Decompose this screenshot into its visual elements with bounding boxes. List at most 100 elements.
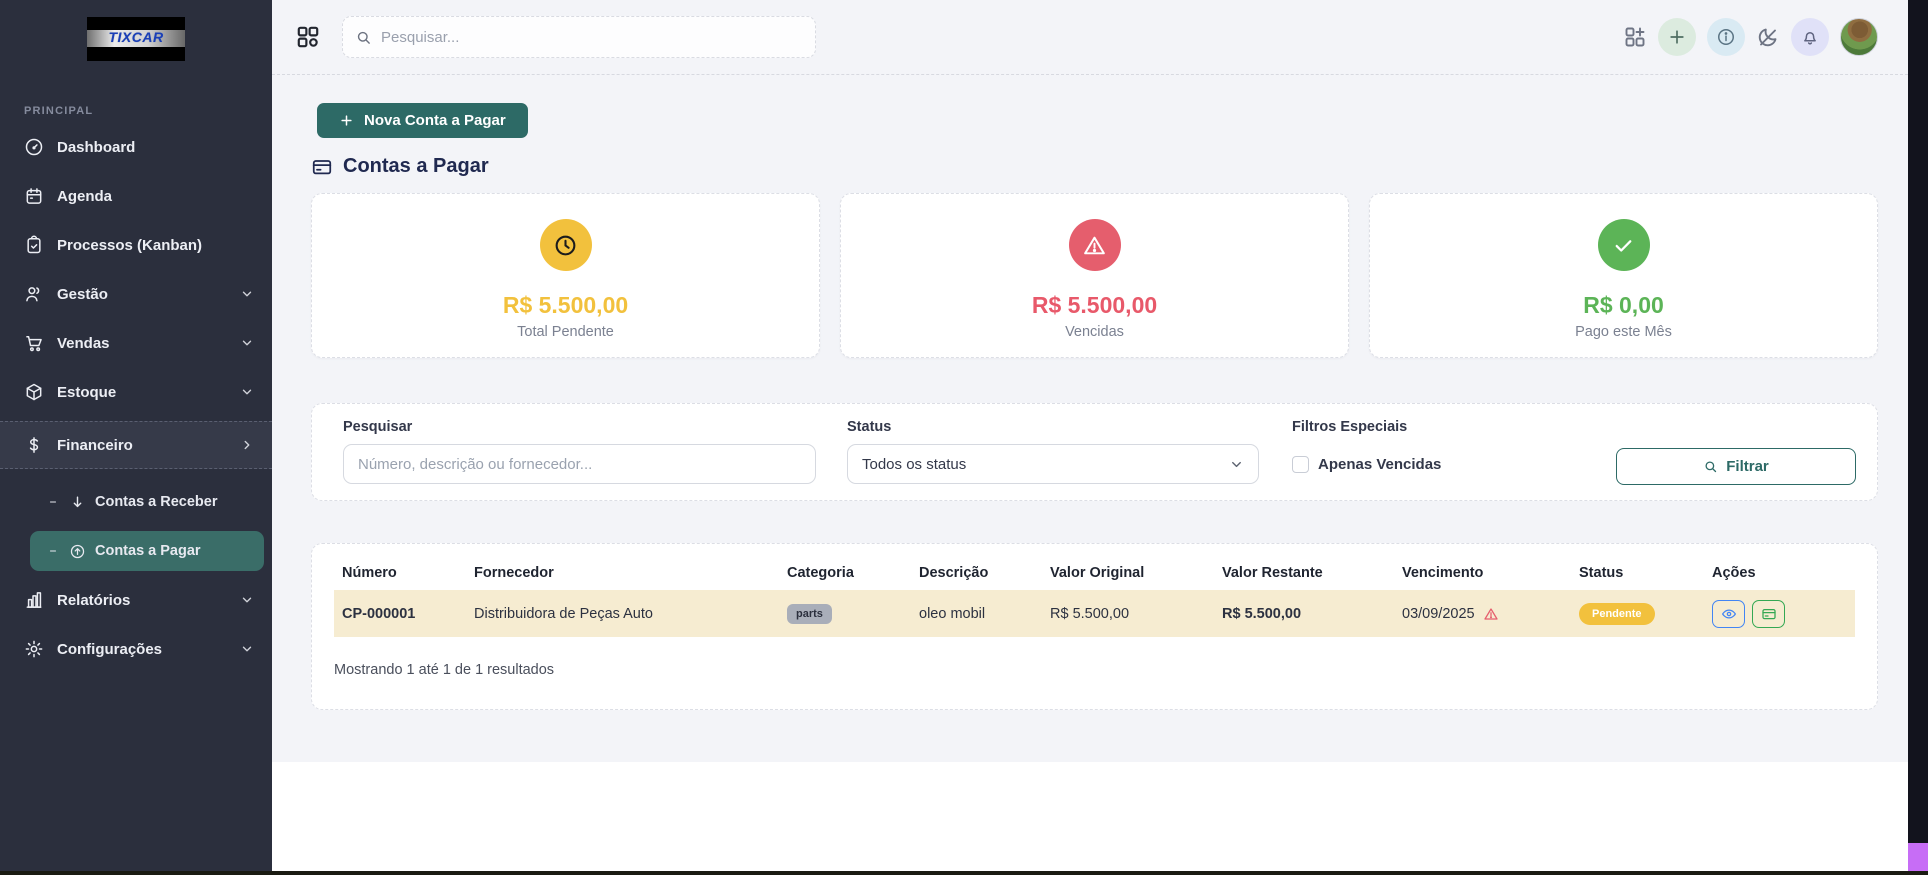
screen-edge-artifact <box>1908 843 1928 871</box>
filter-search-input[interactable] <box>343 444 816 484</box>
sidebar-item-agenda[interactable]: Agenda <box>0 176 272 216</box>
screen-edge-right <box>1908 0 1928 843</box>
sidebar-item-label: Vendas <box>57 334 110 352</box>
app-logo: TIXCAR <box>87 17 185 61</box>
cell-fornecedor: Distribuidora de Peças Auto <box>474 605 653 622</box>
filter-special-label: Filtros Especiais <box>1292 419 1408 435</box>
filter-status-label: Status <box>847 419 892 435</box>
page-title-text: Contas a Pagar <box>343 155 489 177</box>
sidebar-subitem-label: Contas a Pagar <box>95 543 201 559</box>
dash-icon <box>48 545 60 557</box>
sidebar-item-configuracoes[interactable]: Configurações <box>0 629 272 669</box>
sidebar-item-label: Estoque <box>57 383 117 401</box>
sidebar-item-dashboard[interactable]: Dashboard <box>0 127 272 167</box>
cart-icon <box>24 333 44 353</box>
stats-row: R$ 5.500,00 Total Pendente R$ 5.500,00 V… <box>311 193 1878 358</box>
sidebar-item-relatorios[interactable]: Relatórios <box>0 580 272 620</box>
vencimento-date: 03/09/2025 <box>1402 605 1475 622</box>
warning-icon <box>1068 219 1121 271</box>
logo-container: TIXCAR <box>0 0 272 61</box>
chevron-down-icon <box>240 385 254 399</box>
status-select[interactable]: Todos os status <box>847 444 1259 484</box>
filter-special-group: Filtros Especiais Apenas Vencidas <box>1292 419 1441 500</box>
page-title: Contas a Pagar <box>311 155 1878 178</box>
view-button[interactable] <box>1712 599 1745 628</box>
arrow-down-icon <box>69 494 86 511</box>
pay-button[interactable] <box>1752 599 1785 628</box>
chevron-right-icon <box>240 438 254 452</box>
table-header-row: Número Fornecedor Categoria Descrição Va… <box>334 556 1855 590</box>
arrow-up-circle-icon <box>69 543 86 560</box>
dash-icon <box>48 496 60 508</box>
new-conta-button[interactable]: Nova Conta a Pagar <box>317 103 528 138</box>
filter-status-group: Status Todos os status <box>847 419 1259 500</box>
stat-value: R$ 0,00 <box>1583 292 1664 318</box>
chevron-down-icon <box>240 642 254 656</box>
overdue-warning-icon <box>1483 606 1499 622</box>
check-icon <box>1597 219 1650 271</box>
cell-valor-restante: R$ 5.500,00 <box>1222 605 1302 622</box>
financeiro-submenu: Contas a Receber Contas a Pagar <box>0 482 272 571</box>
sidebar-item-label: Agenda <box>57 187 113 205</box>
sidebar-item-vendas[interactable]: Vendas <box>0 323 272 363</box>
sidebar-item-estoque[interactable]: Estoque <box>0 372 272 412</box>
screen-edge-bottom <box>0 871 1928 875</box>
apenas-vencidas-row: Apenas Vencidas <box>1292 444 1441 484</box>
sidebar-item-gestao[interactable]: Gestão <box>0 274 272 314</box>
logo-text: TIXCAR <box>108 29 164 45</box>
column-header: Status <box>1579 565 1624 581</box>
apps-grid-icon[interactable] <box>295 24 321 50</box>
status-select-value: Todos os status <box>862 455 967 473</box>
dark-mode-icon[interactable] <box>1756 25 1780 49</box>
new-conta-button-label: Nova Conta a Pagar <box>364 112 506 129</box>
sidebar-section-label: PRINCIPAL <box>24 105 94 117</box>
global-search-input[interactable] <box>381 28 803 46</box>
sidebar-item-financeiro[interactable]: Financeiro <box>0 421 272 469</box>
stat-card-vencidas: R$ 5.500,00 Vencidas <box>840 193 1349 358</box>
sidebar-item-label: Financeiro <box>57 436 133 454</box>
filters-panel: Pesquisar Status Todos os status Filtros… <box>311 403 1878 501</box>
plus-icon <box>1670 30 1684 44</box>
sidebar-subitem-contas-a-pagar[interactable]: Contas a Pagar <box>30 531 264 571</box>
sidebar-item-label: Dashboard <box>57 138 136 156</box>
apenas-vencidas-checkbox[interactable] <box>1292 455 1309 473</box>
apps-add-icon[interactable] <box>1623 25 1647 49</box>
column-header: Valor Restante <box>1222 565 1323 581</box>
cell-valor-original: R$ 5.500,00 <box>1050 605 1130 622</box>
chevron-down-icon <box>1232 461 1241 467</box>
quick-add-button[interactable] <box>1658 18 1696 56</box>
column-header: Valor Original <box>1050 565 1145 581</box>
table-results-summary: Mostrando 1 até 1 de 1 resultados <box>334 662 555 678</box>
cell-numero: CP-000001 <box>342 605 416 622</box>
gauge-icon <box>24 137 44 157</box>
column-header: Vencimento <box>1402 565 1484 581</box>
sidebar-item-processos[interactable]: Processos (Kanban) <box>0 225 272 265</box>
plus-icon <box>341 115 352 126</box>
clipboard-check-icon <box>24 235 44 255</box>
category-badge: parts <box>787 603 832 624</box>
stat-label: Vencidas <box>1065 324 1124 340</box>
cell-acoes <box>1712 599 1857 628</box>
filter-button-label: Filtrar <box>1726 458 1769 475</box>
bar-chart-icon <box>24 590 44 610</box>
sidebar-subitem-contas-a-receber[interactable]: Contas a Receber <box>30 482 264 522</box>
notifications-button[interactable] <box>1791 18 1829 56</box>
gear-icon <box>24 639 44 659</box>
users-icon <box>24 284 44 304</box>
sidebar-item-label: Processos (Kanban) <box>57 236 203 254</box>
sidebar: TIXCAR PRINCIPAL Dashboard Agenda Proces… <box>0 0 272 871</box>
filter-search-label: Pesquisar <box>343 419 413 435</box>
apenas-vencidas-label: Apenas Vencidas <box>1318 455 1442 473</box>
filter-search-group: Pesquisar <box>343 419 816 500</box>
chevron-down-icon <box>240 287 254 301</box>
filter-button[interactable]: Filtrar <box>1616 448 1856 485</box>
user-avatar[interactable] <box>1840 18 1878 56</box>
info-button[interactable] <box>1707 18 1745 56</box>
cell-status: Pendente <box>1579 602 1712 625</box>
info-icon <box>1718 29 1734 45</box>
stat-card-total-pendente: R$ 5.500,00 Total Pendente <box>311 193 820 358</box>
eye-icon <box>1721 609 1736 618</box>
package-icon <box>24 382 44 402</box>
calendar-icon <box>24 186 44 206</box>
global-search <box>342 16 816 58</box>
